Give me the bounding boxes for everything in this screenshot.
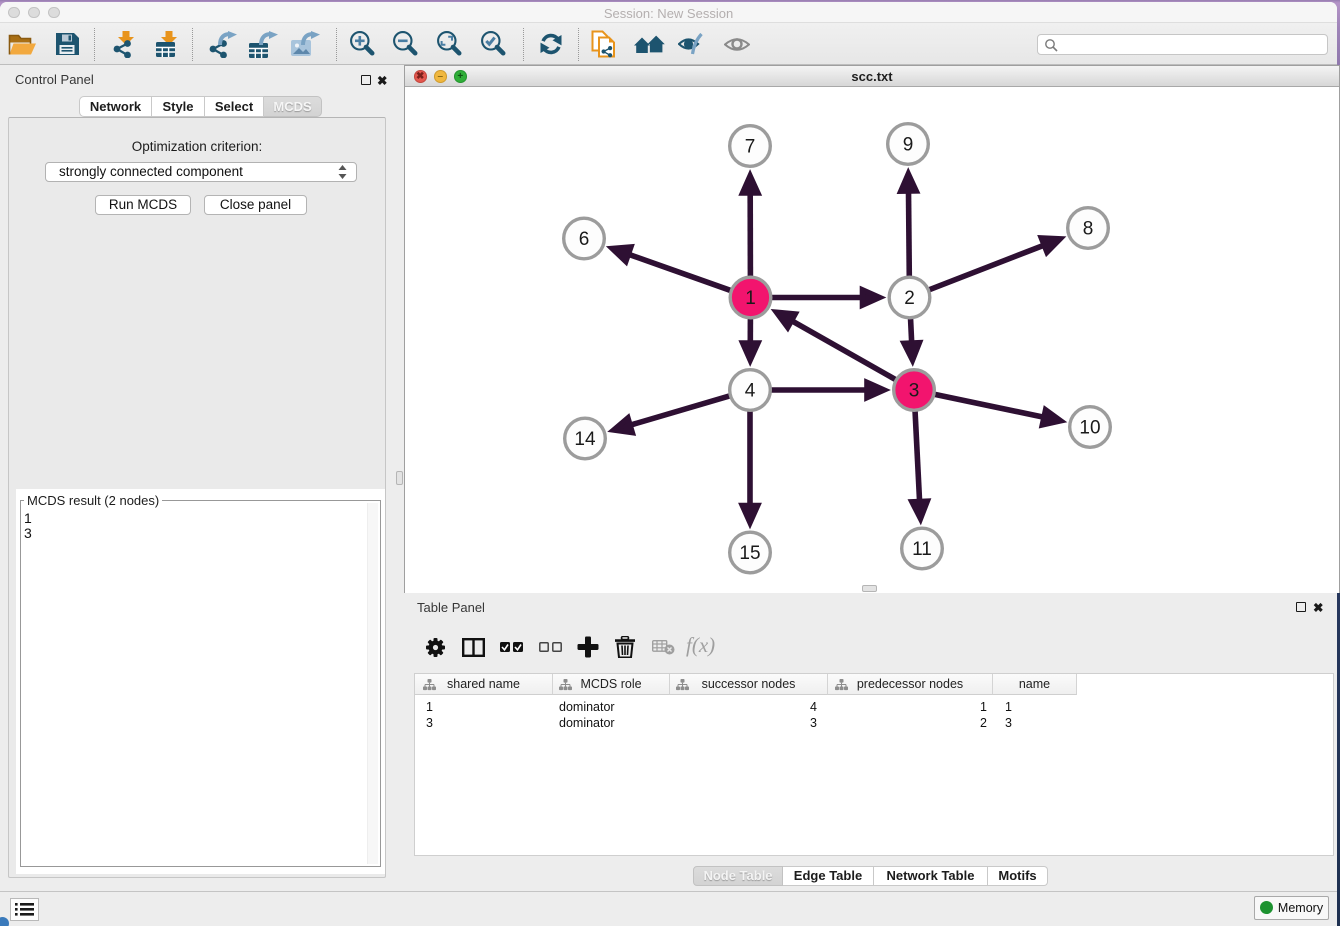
svg-text:7: 7 — [745, 137, 756, 158]
svg-text:14: 14 — [574, 429, 596, 450]
svg-text:11: 11 — [912, 539, 932, 560]
svg-text:9: 9 — [903, 135, 914, 156]
svg-text:15: 15 — [739, 543, 760, 564]
svg-text:1: 1 — [745, 288, 756, 309]
svg-text:10: 10 — [1079, 418, 1100, 439]
svg-text:4: 4 — [745, 381, 756, 402]
svg-text:2: 2 — [904, 288, 915, 309]
svg-text:8: 8 — [1083, 219, 1094, 240]
svg-text:6: 6 — [579, 229, 590, 250]
svg-text:3: 3 — [909, 381, 920, 402]
